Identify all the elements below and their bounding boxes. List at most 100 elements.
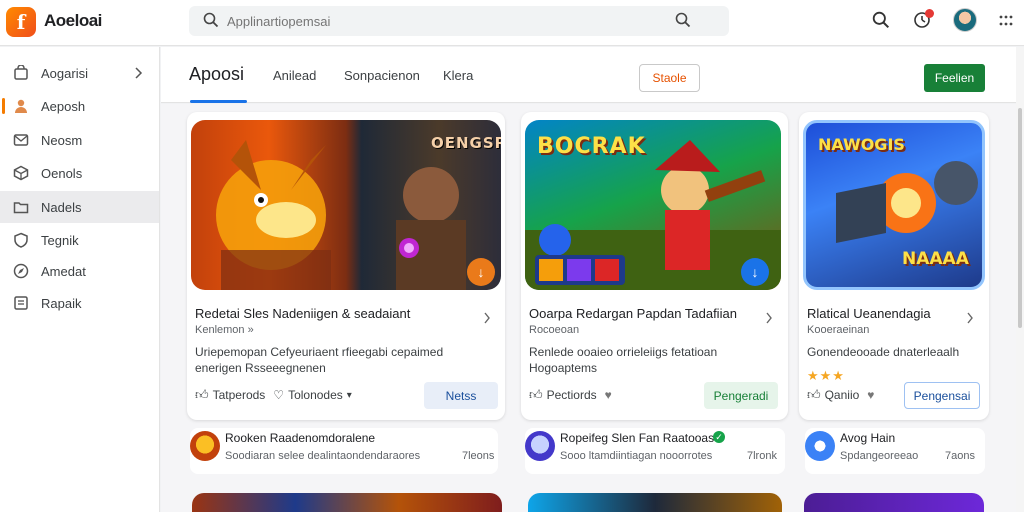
avatar[interactable] [953, 8, 977, 32]
list-item-title: Avog Hain [840, 431, 896, 445]
document-icon [14, 296, 28, 310]
chevron-right-icon [135, 67, 143, 79]
card-action-button[interactable]: Pengeradi [704, 382, 778, 409]
tab-bar: Apoosi Anilead Sonpacienon Klera [161, 47, 1016, 103]
card-subtitle: Kenlemon » [195, 324, 254, 336]
scrollbar-thumb[interactable] [1018, 108, 1022, 328]
list-item-subtitle: Sooo ltamdiintiagan nooorrotes [560, 450, 713, 462]
list-item[interactable]: Rooken Raadenomdoralene Soodiaran selee … [190, 428, 498, 474]
download-badge-icon[interactable]: ↓ [741, 258, 769, 286]
avatar [190, 431, 220, 461]
app-thumbnail[interactable] [192, 493, 502, 512]
game-art-banner: NAAAA [902, 249, 969, 269]
apps-grid-icon[interactable] [998, 13, 1014, 29]
app-card[interactable]: OENGSR ↓ Redetai Sles Nadeniigen & seada… [187, 112, 505, 420]
app-card[interactable]: NAWOGIS NAAAA Rlatical Ueanendagia Kooer… [799, 112, 989, 420]
card-action-button[interactable]: Pengensai [904, 382, 980, 409]
sidebar-item-2[interactable]: Neosm [0, 124, 159, 156]
primary-action-button[interactable]: Feelien [924, 64, 985, 92]
sidebar-item-label: Rapaik [41, 296, 82, 311]
box-icon [13, 165, 29, 181]
tab-active-underline [190, 100, 247, 103]
tab-sonpacienon[interactable]: Sonpacienon [344, 68, 420, 83]
sidebar-item-3[interactable]: Oenols [0, 157, 159, 189]
chevron-right-icon[interactable] [765, 312, 773, 324]
sidebar-item-label: Aeposh [41, 99, 86, 114]
tab-klera[interactable]: Klera [443, 68, 473, 83]
rating-stars: ★★★ [807, 368, 845, 383]
search-submit-icon[interactable] [675, 12, 691, 28]
list-item-title: Rooken Raadenomdoralene [225, 431, 376, 445]
tab-apoosi[interactable]: Apoosi [189, 64, 244, 85]
sidebar-item-label: Nadels [41, 200, 82, 215]
search-bar[interactable] [189, 6, 729, 36]
card-footer: 👍︎ Qaniio ♥ [807, 387, 874, 403]
card-desc-line: enerigen Rsseeegnenen [195, 361, 326, 375]
card-desc-line: Uriepemopan Cefyeuriaent rfieegabi cepai… [195, 345, 444, 359]
sidebar-item-5[interactable]: Tegnik [0, 224, 159, 256]
sidebar-item-label: Tegnik [41, 233, 79, 248]
likes-label: Qaniio [824, 388, 860, 402]
app-thumbnail[interactable] [528, 493, 782, 512]
sidebar-item-label: Aogarisi [41, 66, 88, 81]
app-thumbnail[interactable]: BOCRAK ↓ [525, 120, 781, 290]
app-logo[interactable]: f [6, 7, 36, 37]
shield-icon [14, 232, 28, 248]
thumbs-up-icon[interactable]: 👍︎ [195, 387, 209, 403]
avatar [525, 431, 555, 461]
heart-icon[interactable]: ♥ [867, 388, 874, 402]
notification-badge [925, 9, 934, 18]
list-item-subtitle: Spdangeoreeao [840, 450, 919, 462]
app-thumbnail[interactable]: OENGSR ↓ [191, 120, 501, 290]
tab-anilead[interactable]: Anilead [273, 68, 316, 83]
app-card[interactable]: BOCRAK ↓ Ooarpa Redargan Papdan Tadafiia… [521, 112, 788, 420]
list-item-count: 7lronk [747, 450, 777, 462]
top-bar: f Aoeloai [0, 0, 1024, 46]
card-description: Renlede ooaieo orrieleiigs fetatioan Hog… [529, 344, 717, 376]
search-icon[interactable] [872, 11, 890, 29]
chevron-down-icon[interactable]: ▾ [347, 390, 352, 401]
card-action-button[interactable]: Netss [424, 382, 498, 409]
sidebar-item-0[interactable]: Aogarisi [0, 57, 159, 89]
card-desc-line: Hogoaptems [529, 361, 598, 375]
list-item-subtitle: Soodiaran selee dealintaondendaraores [225, 450, 421, 462]
card-title: Redetai Sles Nadeniigen & seadaiant [195, 306, 411, 321]
list-item[interactable]: Ropeifeg Slen Fan Raatooas ✓ Sooo ltamdi… [525, 428, 785, 474]
likes-label: Pectiords [546, 388, 597, 402]
card-description: Uriepemopan Cefyeuriaent rfieegabi cepai… [195, 344, 443, 376]
sidebar-item-1[interactable]: Aeposh [0, 90, 159, 122]
card-subtitle: Kooeraeinan [807, 324, 870, 336]
compass-icon [13, 263, 29, 279]
store-icon [14, 65, 28, 80]
game-art-title: BOCRAK [537, 134, 646, 159]
card-subtitle: Rocoeoan [529, 324, 580, 336]
sidebar-item-label: Neosm [41, 133, 83, 148]
folder-icon [13, 202, 29, 214]
card-title: Rlatical Ueanendagia [807, 306, 931, 321]
mail-icon [13, 134, 29, 146]
search-icon [203, 12, 219, 28]
thumbs-up-icon[interactable]: 👍︎ [529, 387, 543, 403]
card-description: Gonendeooade dnaterleaalh [807, 344, 959, 360]
sidebar-item-6[interactable]: Amedat [0, 255, 159, 287]
chevron-right-icon[interactable] [966, 312, 974, 324]
sidebar-item-4[interactable]: Nadels [0, 191, 159, 223]
avatar [805, 431, 835, 461]
game-art-title: NAWOGIS [818, 135, 905, 154]
app-thumbnail[interactable]: NAWOGIS NAAAA [803, 120, 985, 290]
app-name: Aoeloai [44, 11, 102, 30]
sidebar-item-7[interactable]: Rapaik [0, 287, 159, 319]
sidebar-item-label: Oenols [41, 166, 83, 181]
saves-label: Tolonodes [288, 388, 343, 402]
verified-icon: ✓ [713, 431, 725, 443]
list-item[interactable]: Avog Hain Spdangeoreeao 7aons [805, 428, 985, 474]
secondary-action-button[interactable]: Staole [639, 64, 700, 92]
person-icon [15, 99, 27, 113]
thumbs-up-icon[interactable]: 👍︎ [807, 387, 821, 403]
app-thumbnail[interactable] [804, 493, 984, 512]
chevron-right-icon[interactable] [483, 312, 491, 324]
heart-icon[interactable]: ♥ [605, 388, 612, 402]
heart-icon[interactable]: ♡ [273, 388, 284, 402]
download-badge-icon[interactable]: ↓ [467, 258, 495, 286]
search-input[interactable] [227, 12, 647, 30]
